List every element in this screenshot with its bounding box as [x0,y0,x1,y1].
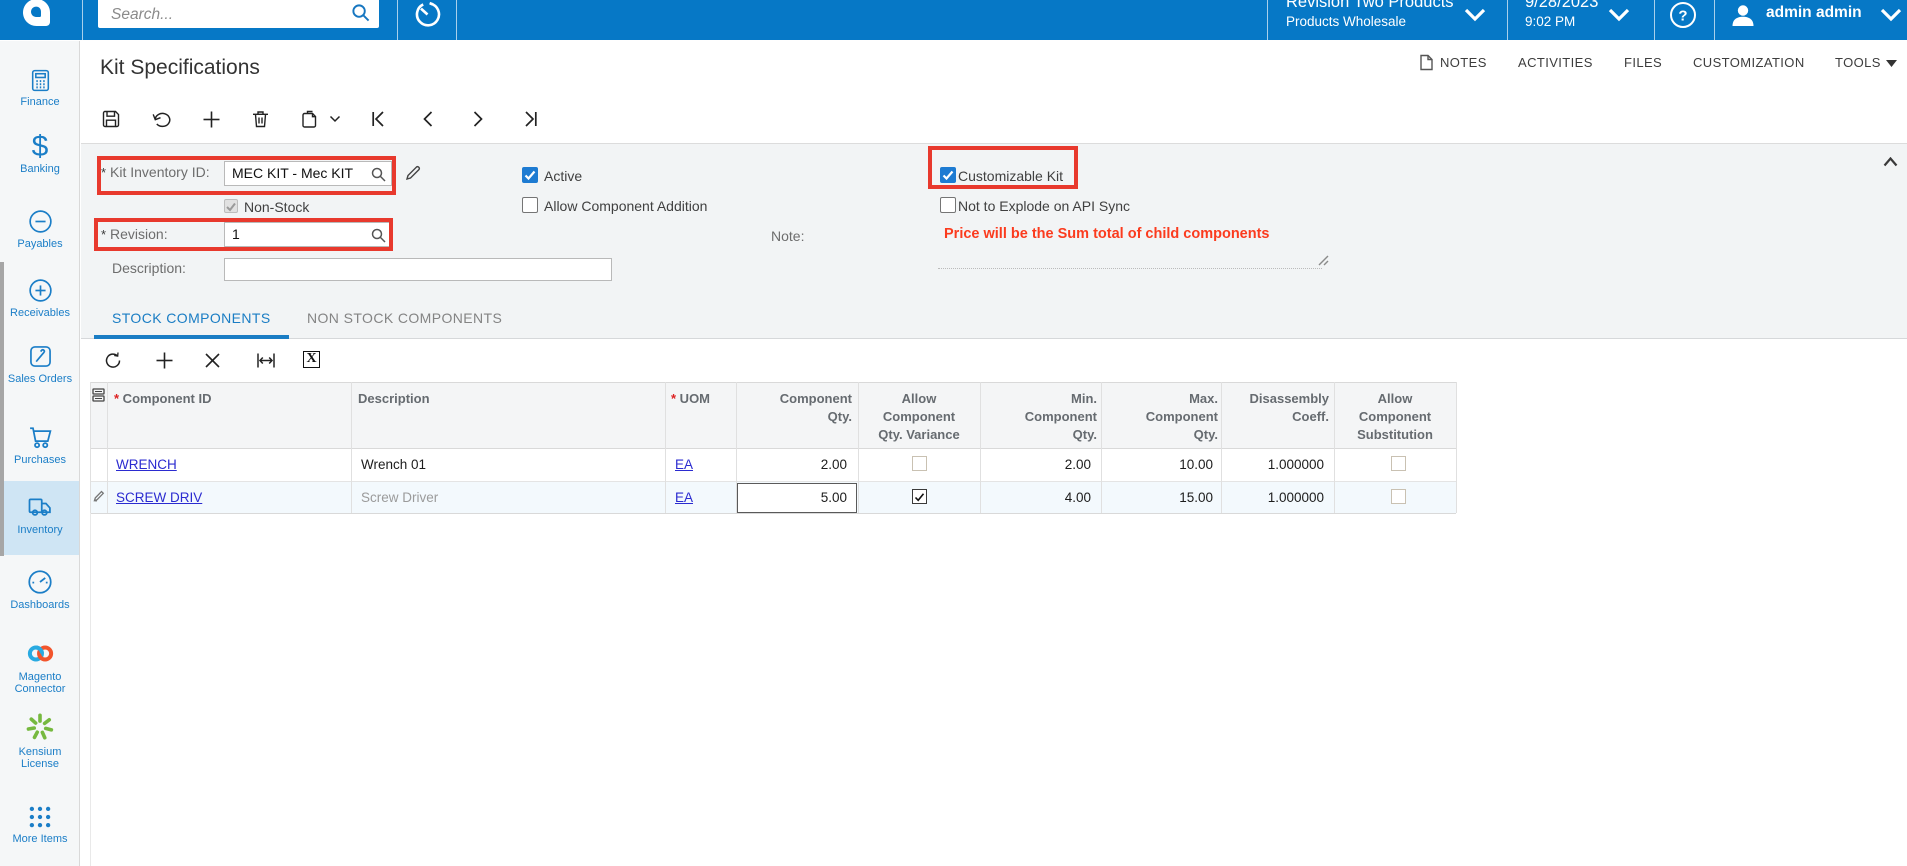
svg-text:?: ? [1678,8,1687,25]
